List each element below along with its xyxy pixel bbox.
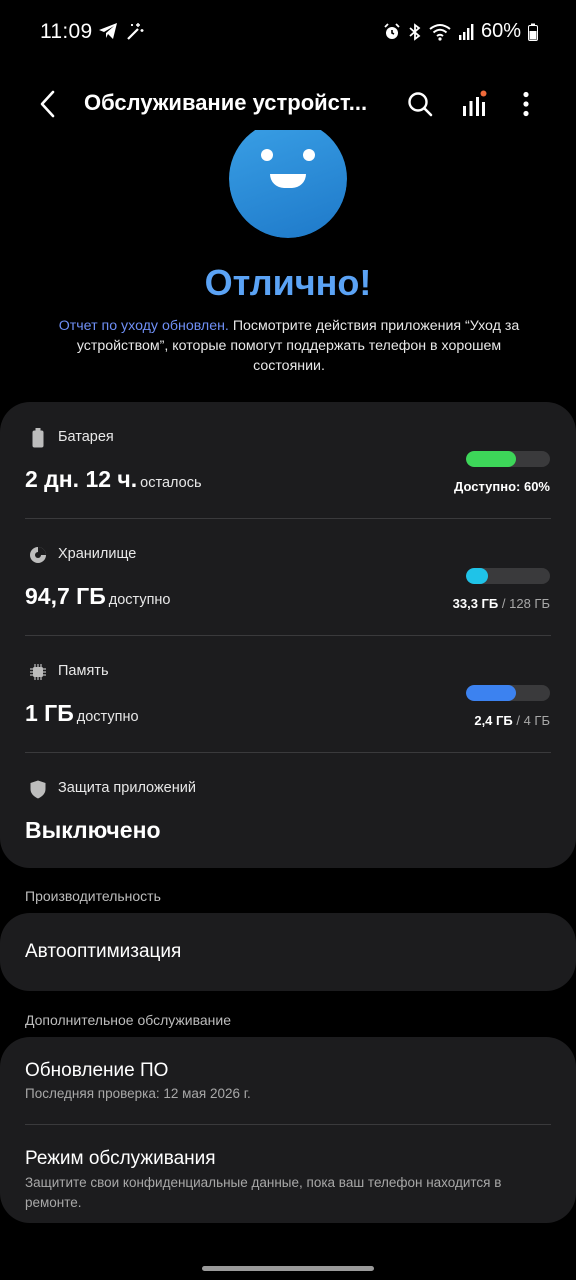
app-protection-value: Выключено (25, 817, 161, 843)
status-description: Отчет по уходу обновлен. Посмотрите дейс… (58, 316, 520, 376)
smiley-face-icon (229, 130, 347, 238)
app-protection-row[interactable]: Защита приложений Выключено (0, 753, 576, 868)
additional-maintenance-header: Дополнительное обслуживание (25, 1012, 232, 1028)
memory-row[interactable]: Память 1 ГБ доступно 2,4 ГБ / 4 ГБ (0, 636, 576, 752)
memory-suffix: доступно (76, 709, 139, 725)
memory-total: / 4 ГБ (512, 713, 550, 728)
storage-bar (466, 568, 550, 584)
search-icon (408, 92, 433, 117)
memory-bar-fill (466, 685, 517, 701)
back-button[interactable] (30, 86, 66, 122)
storage-available: 94,7 ГБ (25, 583, 106, 609)
auto-optimization-item[interactable]: Автооптимизация (0, 913, 576, 991)
storage-note: 33,3 ГБ / 128 ГБ (453, 596, 550, 611)
memory-available: 1 ГБ (25, 700, 74, 726)
memory-used: 2,4 ГБ (474, 713, 513, 728)
software-update-title: Обновление ПО (25, 1060, 169, 1081)
app-protection-label: Защита приложений (58, 780, 196, 796)
memory-value: 1 ГБ доступно (25, 700, 139, 727)
battery-suffix: осталось (140, 475, 202, 491)
more-vert-icon (523, 91, 529, 117)
shield-icon (28, 779, 48, 799)
storage-value: 94,7 ГБ доступно (25, 583, 171, 610)
battery-row[interactable]: Батарея 2 дн. 12 ч. осталось Доступно: 60… (0, 402, 576, 518)
auto-optimization-label: Автооптимизация (25, 941, 182, 962)
software-update-subtitle: Последняя проверка: 12 мая 2026 г. (25, 1086, 251, 1101)
battery-label: Батарея (58, 429, 114, 445)
report-updated-link[interactable]: Отчет по уходу обновлен. (59, 318, 229, 334)
storage-used: 33,3 ГБ (452, 596, 499, 611)
battery-bar (466, 451, 550, 467)
alarm-icon (383, 22, 401, 41)
maintenance-mode-title: Режим обслуживания (25, 1148, 216, 1169)
bluetooth-icon (408, 22, 422, 41)
search-button[interactable] (402, 86, 438, 122)
storage-pie-icon (28, 545, 48, 565)
battery-note: Доступно: 60% (454, 479, 550, 494)
battery-available: Доступно: 60% (454, 479, 550, 494)
software-update-item[interactable]: Обновление ПО Последняя проверка: 12 мая… (0, 1037, 576, 1123)
more-options-button[interactable] (508, 86, 544, 122)
performance-header: Производительность (25, 888, 161, 904)
magic-wand-icon (124, 22, 144, 47)
maintenance-mode-item[interactable]: Режим обслуживания Защитите свои конфиде… (0, 1125, 576, 1223)
memory-note: 2,4 ГБ / 4 ГБ (474, 713, 550, 728)
storage-suffix: доступно (108, 592, 171, 608)
device-status-card: Батарея 2 дн. 12 ч. осталось Доступно: 60… (0, 402, 576, 868)
battery-icon (528, 23, 538, 41)
memory-bar (466, 685, 550, 701)
storage-label: Хранилище (58, 546, 137, 562)
telegram-icon (98, 22, 118, 47)
storage-row[interactable]: Хранилище 94,7 ГБ доступно 33,3 ГБ / 128 … (0, 519, 576, 635)
app-bar: Обслуживание устройст... (0, 72, 576, 136)
additional-maintenance-card: Обновление ПО Последняя проверка: 12 мая… (0, 1037, 576, 1223)
battery-value: 2 дн. 12 ч. осталось (25, 466, 202, 493)
stats-icon (463, 90, 487, 116)
battery-icon (28, 428, 48, 448)
battery-bar-fill (466, 451, 517, 467)
status-time: 11:09 (40, 20, 93, 43)
home-indicator[interactable] (202, 1266, 374, 1271)
battery-percent: 60% (480, 20, 521, 42)
back-arrow-icon (40, 90, 55, 118)
status-bar: 11:09 60% (0, 0, 576, 64)
signal-icon (458, 23, 474, 41)
memory-chip-icon (28, 662, 48, 682)
wifi-icon (429, 23, 451, 41)
storage-total: / 128 ГБ (498, 596, 550, 611)
page-title: Обслуживание устройст... (84, 90, 368, 115)
maintenance-mode-subtitle: Защитите свои конфиденциальные данные, п… (25, 1175, 502, 1210)
storage-bar-fill (466, 568, 488, 584)
memory-label: Память (58, 663, 109, 679)
battery-time-left: 2 дн. 12 ч. (25, 466, 138, 492)
stats-button[interactable] (456, 86, 492, 122)
status-title: Отлично! (204, 262, 372, 303)
